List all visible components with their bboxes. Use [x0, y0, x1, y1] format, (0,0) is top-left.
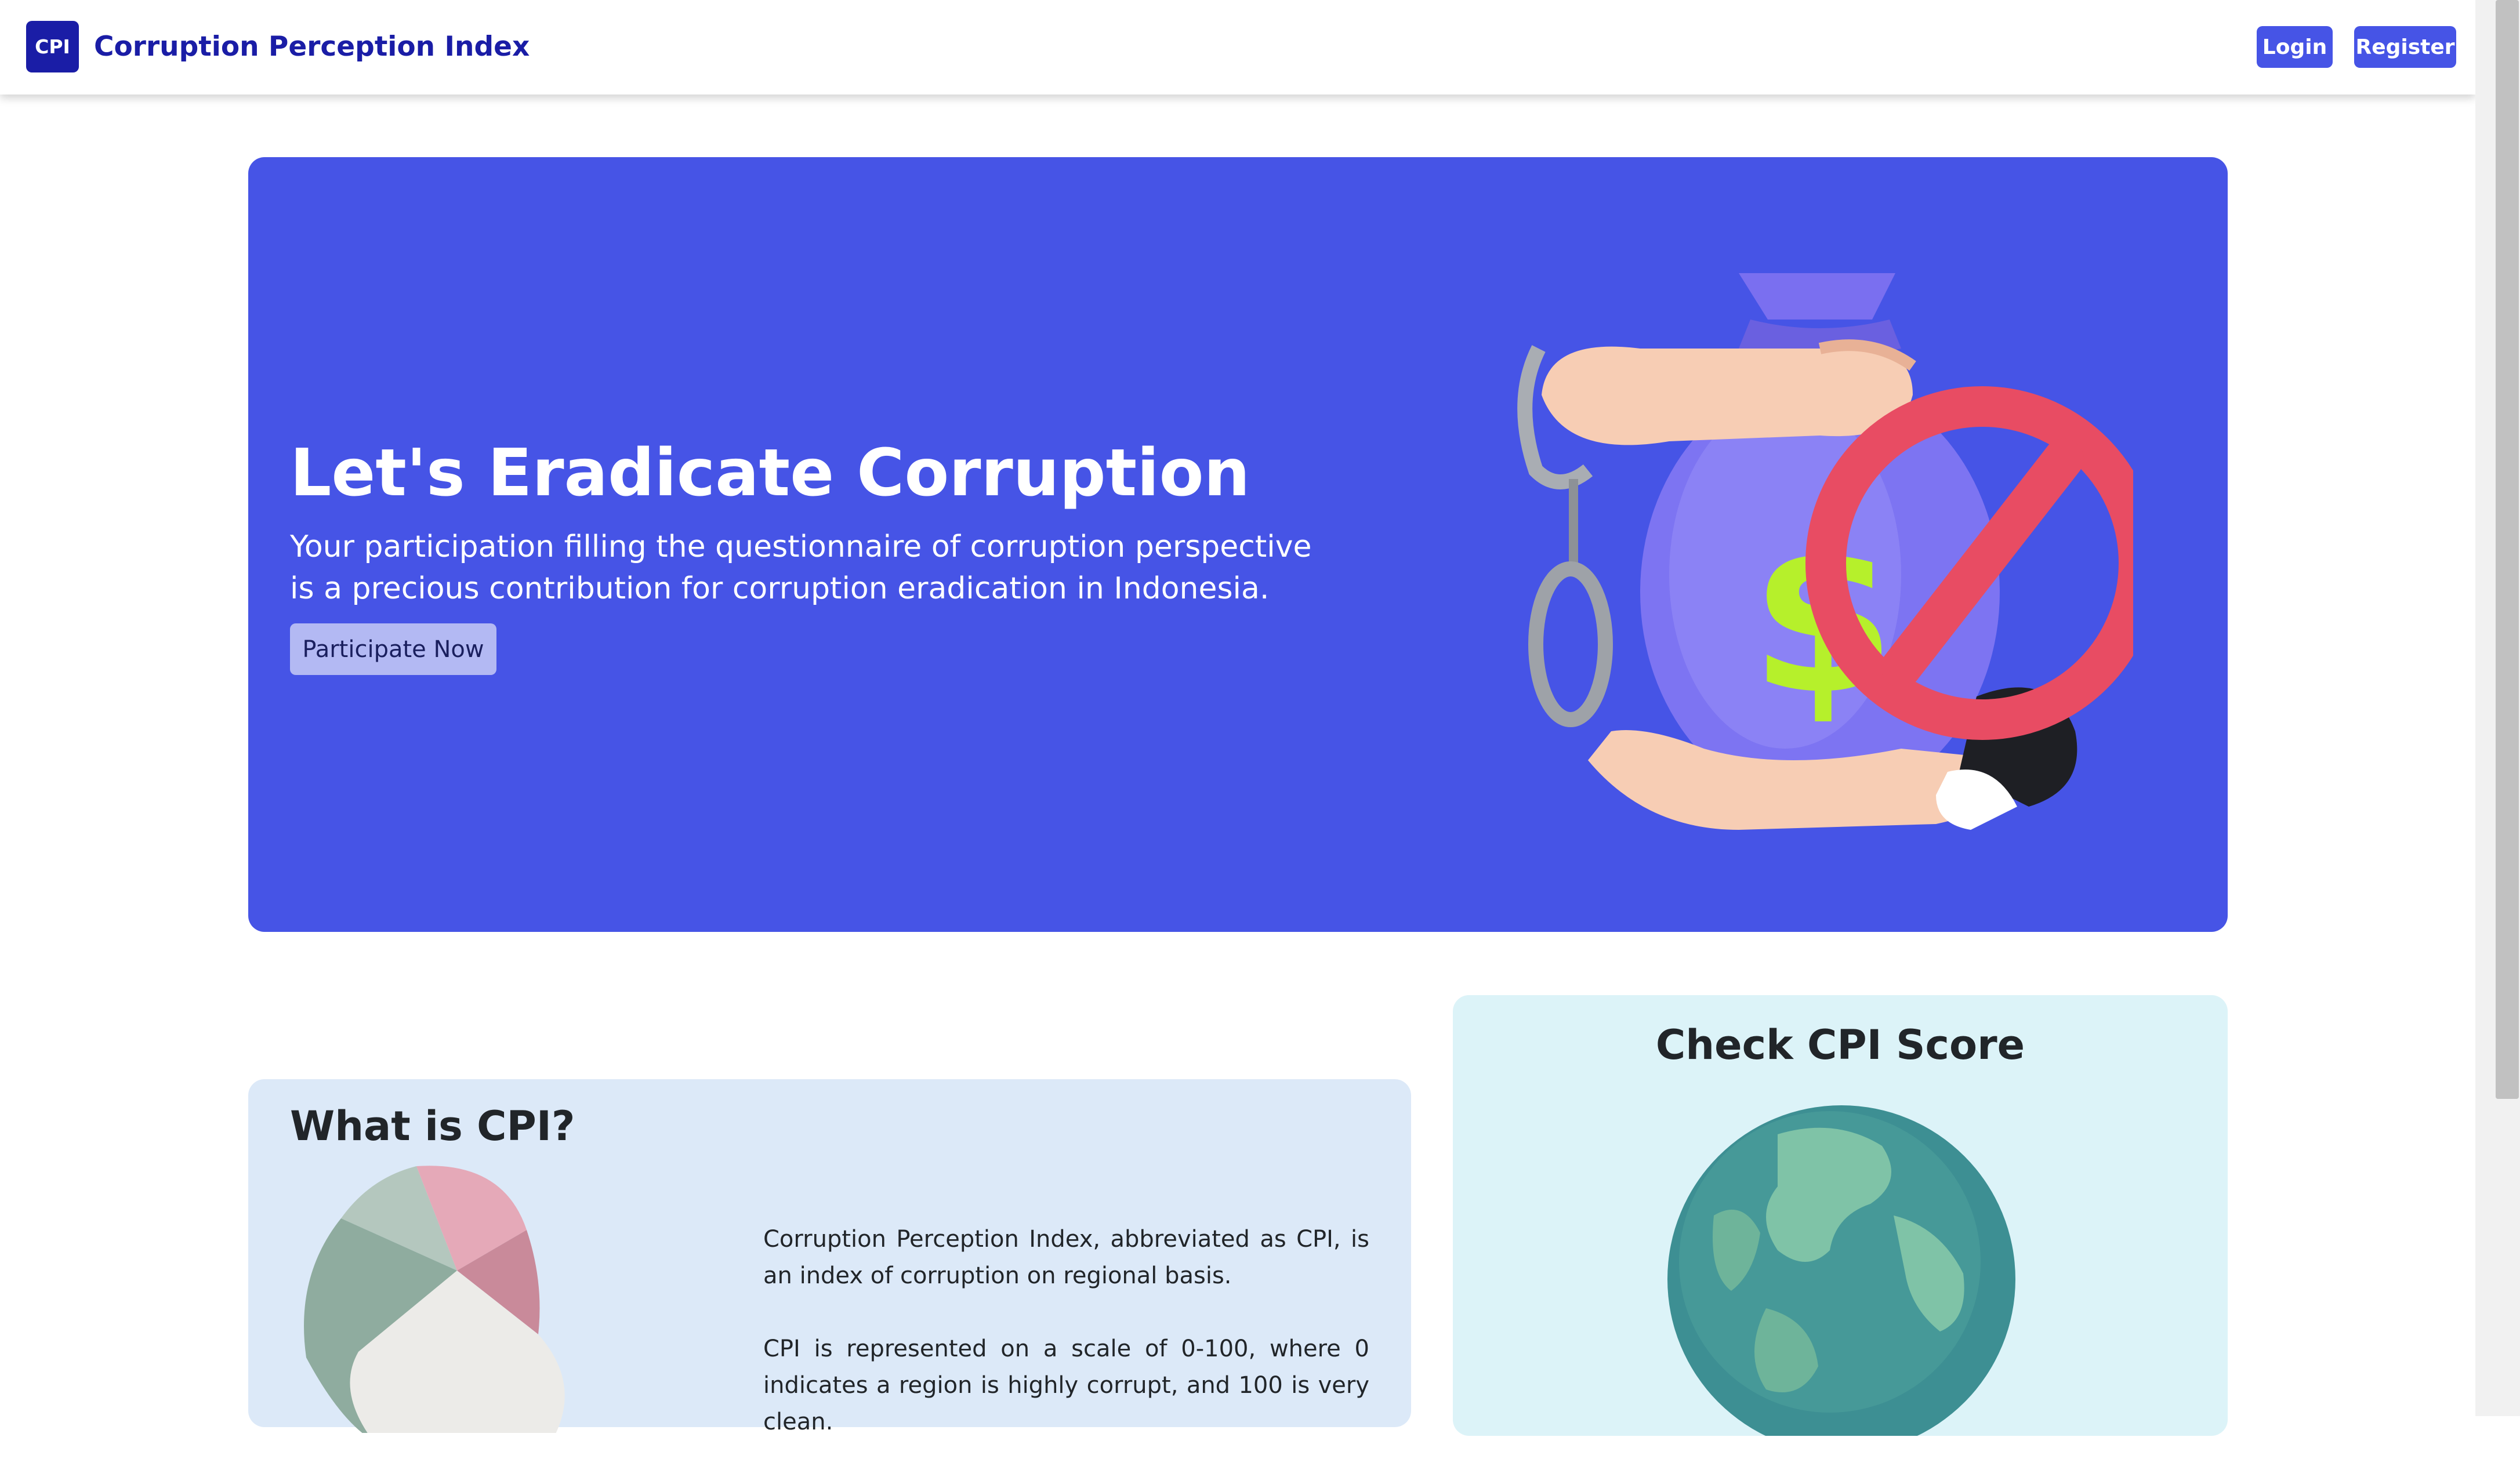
what-is-cpi-description: Corruption Perception Index, abbreviated…: [763, 1221, 1369, 1477]
brand-logo[interactable]: CPI: [26, 21, 79, 72]
login-button[interactable]: Login: [2257, 26, 2333, 68]
check-cpi-score-card[interactable]: Check CPI Score: [1453, 995, 2228, 1436]
hero-description: Your participation filling the questionn…: [290, 529, 1312, 606]
hero-banner: Let's Eradicate Corruption Your particip…: [248, 157, 2228, 932]
anti-corruption-money-bag-icon: $: [1517, 273, 2133, 830]
participate-now-button[interactable]: Participate Now: [290, 623, 496, 675]
scrollbar-thumb[interactable]: [2496, 0, 2519, 1099]
brand-name[interactable]: Corruption Perception Index: [94, 31, 530, 63]
cpi-paragraph-1: Corruption Perception Index, abbreviated…: [763, 1226, 1369, 1289]
globe-icon: [1667, 1105, 2015, 1436]
pie-chart-3d-icon: [304, 1166, 565, 1433]
cpi-paragraph-2: CPI is represented on a scale of 0-100, …: [763, 1336, 1369, 1435]
register-button[interactable]: Register: [2354, 26, 2456, 68]
hero-title: Let's Eradicate Corruption: [290, 436, 1250, 511]
what-is-cpi-card: What is CPI? Corruption Perception Index…: [248, 1079, 1411, 1435]
navbar: CPI Corruption Perception Index Login Re…: [0, 0, 2475, 95]
check-cpi-score-title[interactable]: Check CPI Score: [1453, 1021, 2228, 1069]
page-scrollbar[interactable]: [2475, 0, 2520, 1416]
